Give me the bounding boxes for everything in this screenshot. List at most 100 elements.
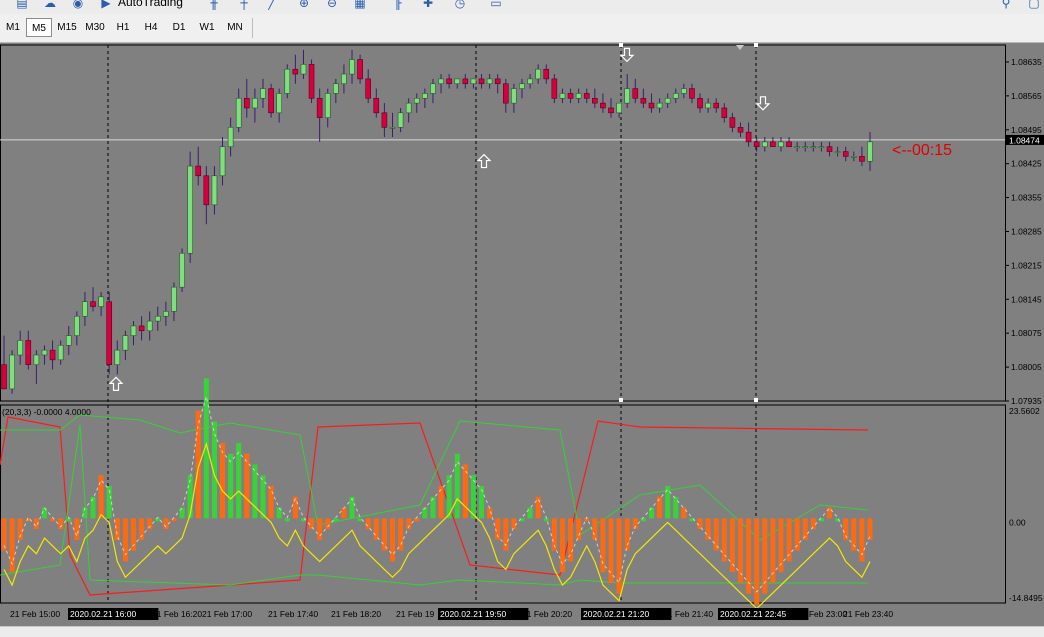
separator	[252, 18, 253, 38]
price-axis-label: 1.08285	[1011, 226, 1042, 236]
bull-candle	[276, 93, 282, 114]
bull-candle	[65, 335, 72, 346]
bear-candle	[697, 97, 703, 109]
price-chart[interactable]: 1.08635 1.08565 1.08495 1.08425 1.08355 1.082…	[0, 43, 1044, 626]
chart-window[interactable]: 1.08635 1.08565 1.08495 1.08425 1.08355 1.082…	[0, 43, 1044, 626]
bull-candle	[219, 146, 226, 177]
shift-marker[interactable]	[736, 45, 744, 50]
histogram-bar	[600, 518, 606, 573]
bull-candle	[341, 73, 347, 85]
bull-candle	[624, 88, 630, 104]
timeframe-h1-button[interactable]: H1	[110, 18, 136, 37]
histogram-bar	[479, 486, 485, 519]
chat-icon[interactable]: ▢	[1026, 0, 1042, 10]
histogram-bar	[705, 518, 711, 540]
templates-icon[interactable]: ▭	[488, 0, 504, 10]
histogram-bar	[592, 518, 598, 540]
histogram-bar	[398, 518, 404, 551]
bull-candle	[235, 97, 242, 128]
bear-candle	[600, 102, 606, 109]
search-icon[interactable]: ⚲	[998, 0, 1014, 10]
bull-candle	[430, 83, 436, 94]
time-axis-label: 21 Feb 17:00	[202, 609, 252, 619]
price-axis-label: 1.08565	[1011, 91, 1042, 101]
bull-candle	[171, 286, 177, 312]
bull-candle	[438, 78, 444, 85]
clock-icon[interactable]: ◷	[452, 0, 468, 10]
histogram-bar	[114, 518, 120, 540]
line-chart-icon[interactable]: ╱	[264, 0, 280, 10]
bull-candle	[705, 102, 711, 109]
bar-chart-icon[interactable]: ╫	[206, 0, 222, 10]
histogram-bar	[220, 442, 226, 519]
candle-timer: <--00:15	[892, 142, 952, 159]
timeframe-m1-button[interactable]: M1	[0, 18, 26, 37]
bear-candle	[502, 83, 509, 104]
navigator-icon[interactable]: ◉	[70, 0, 86, 10]
separator-handle[interactable]	[619, 43, 623, 47]
timeframe-m15-button[interactable]: M15	[54, 18, 80, 37]
bear-candle	[713, 102, 720, 109]
bull-candle	[778, 141, 784, 148]
bull-candle	[818, 146, 825, 149]
zoom-out-icon[interactable]: ⊖	[324, 0, 340, 10]
time-axis-label: 21 Feb 18:20	[331, 609, 381, 619]
bull-candle	[454, 78, 461, 85]
bull-candle	[146, 320, 153, 332]
timeframe-d1-button[interactable]: D1	[166, 18, 192, 37]
time-axis-label: 21 Feb 16:20	[152, 609, 202, 619]
bull-candle	[413, 97, 420, 104]
arrow-down-icon	[619, 47, 635, 63]
timeframe-mn-button[interactable]: MN	[222, 18, 248, 37]
histogram-bar	[179, 507, 185, 519]
bear-candle	[49, 349, 56, 361]
histogram-bar	[827, 507, 833, 519]
bull-candle	[98, 296, 104, 307]
bull-candle	[405, 102, 412, 114]
bull-candle	[810, 146, 817, 149]
histogram-bar	[389, 518, 395, 562]
bear-candle	[592, 97, 598, 104]
autotrading-button[interactable]: AutoTrading	[118, 0, 183, 9]
timeframe-m30-button[interactable]: M30	[82, 18, 108, 37]
zoom-in-icon[interactable]: ⊕	[296, 0, 312, 10]
histogram-bar	[608, 518, 614, 583]
profiles-icon[interactable]: ☁	[42, 0, 58, 10]
chart-bars-icon[interactable]: ▤	[14, 0, 30, 10]
histogram-bar	[268, 486, 274, 519]
time-axis-label: 21 Feb 23:40	[843, 609, 893, 619]
bull-candle	[179, 252, 185, 288]
period-separator-icon[interactable]: ╟	[390, 0, 406, 10]
bull-candle	[9, 354, 15, 390]
separator-handle[interactable]	[619, 398, 623, 402]
bear-candle	[90, 301, 96, 307]
histogram-bar	[74, 518, 80, 540]
timeframe-w1-button[interactable]: W1	[194, 18, 220, 37]
price-axis-label: 1.08355	[1011, 193, 1042, 203]
bear-candle	[203, 175, 210, 206]
bull-candle	[761, 141, 768, 148]
autotrading-icon[interactable]: ▶	[98, 0, 114, 10]
tile-windows-icon[interactable]: ▦	[352, 0, 368, 10]
bull-candle	[227, 127, 234, 148]
separator-handle[interactable]	[754, 398, 758, 402]
bear-candle	[640, 97, 647, 104]
indicator-scale-max: 23.5602	[1009, 406, 1040, 416]
separator-handle[interactable]	[754, 43, 758, 47]
histogram-bar	[511, 518, 517, 530]
timeframe-m5-button[interactable]: M5	[26, 18, 52, 37]
time-axis-label-highlight: 2020.02.21 19:50	[440, 609, 506, 619]
histogram-bar	[381, 518, 387, 551]
indicators-icon[interactable]: ✚	[420, 0, 436, 10]
time-axis-label-highlight: 2020.02.21 16:00	[70, 609, 136, 619]
bear-candle	[292, 68, 299, 75]
histogram-bar	[584, 518, 590, 522]
bull-candle	[252, 97, 258, 109]
timeframe-h4-button[interactable]: H4	[138, 18, 164, 37]
histogram-bar	[657, 496, 663, 519]
arrow-up-icon	[476, 153, 492, 169]
time-axis-label-highlight: 2020.02.21 21:20	[583, 609, 649, 619]
bear-candle	[745, 131, 752, 143]
candlestick-icon[interactable]: ┼	[236, 0, 252, 10]
bear-candle	[737, 127, 744, 133]
